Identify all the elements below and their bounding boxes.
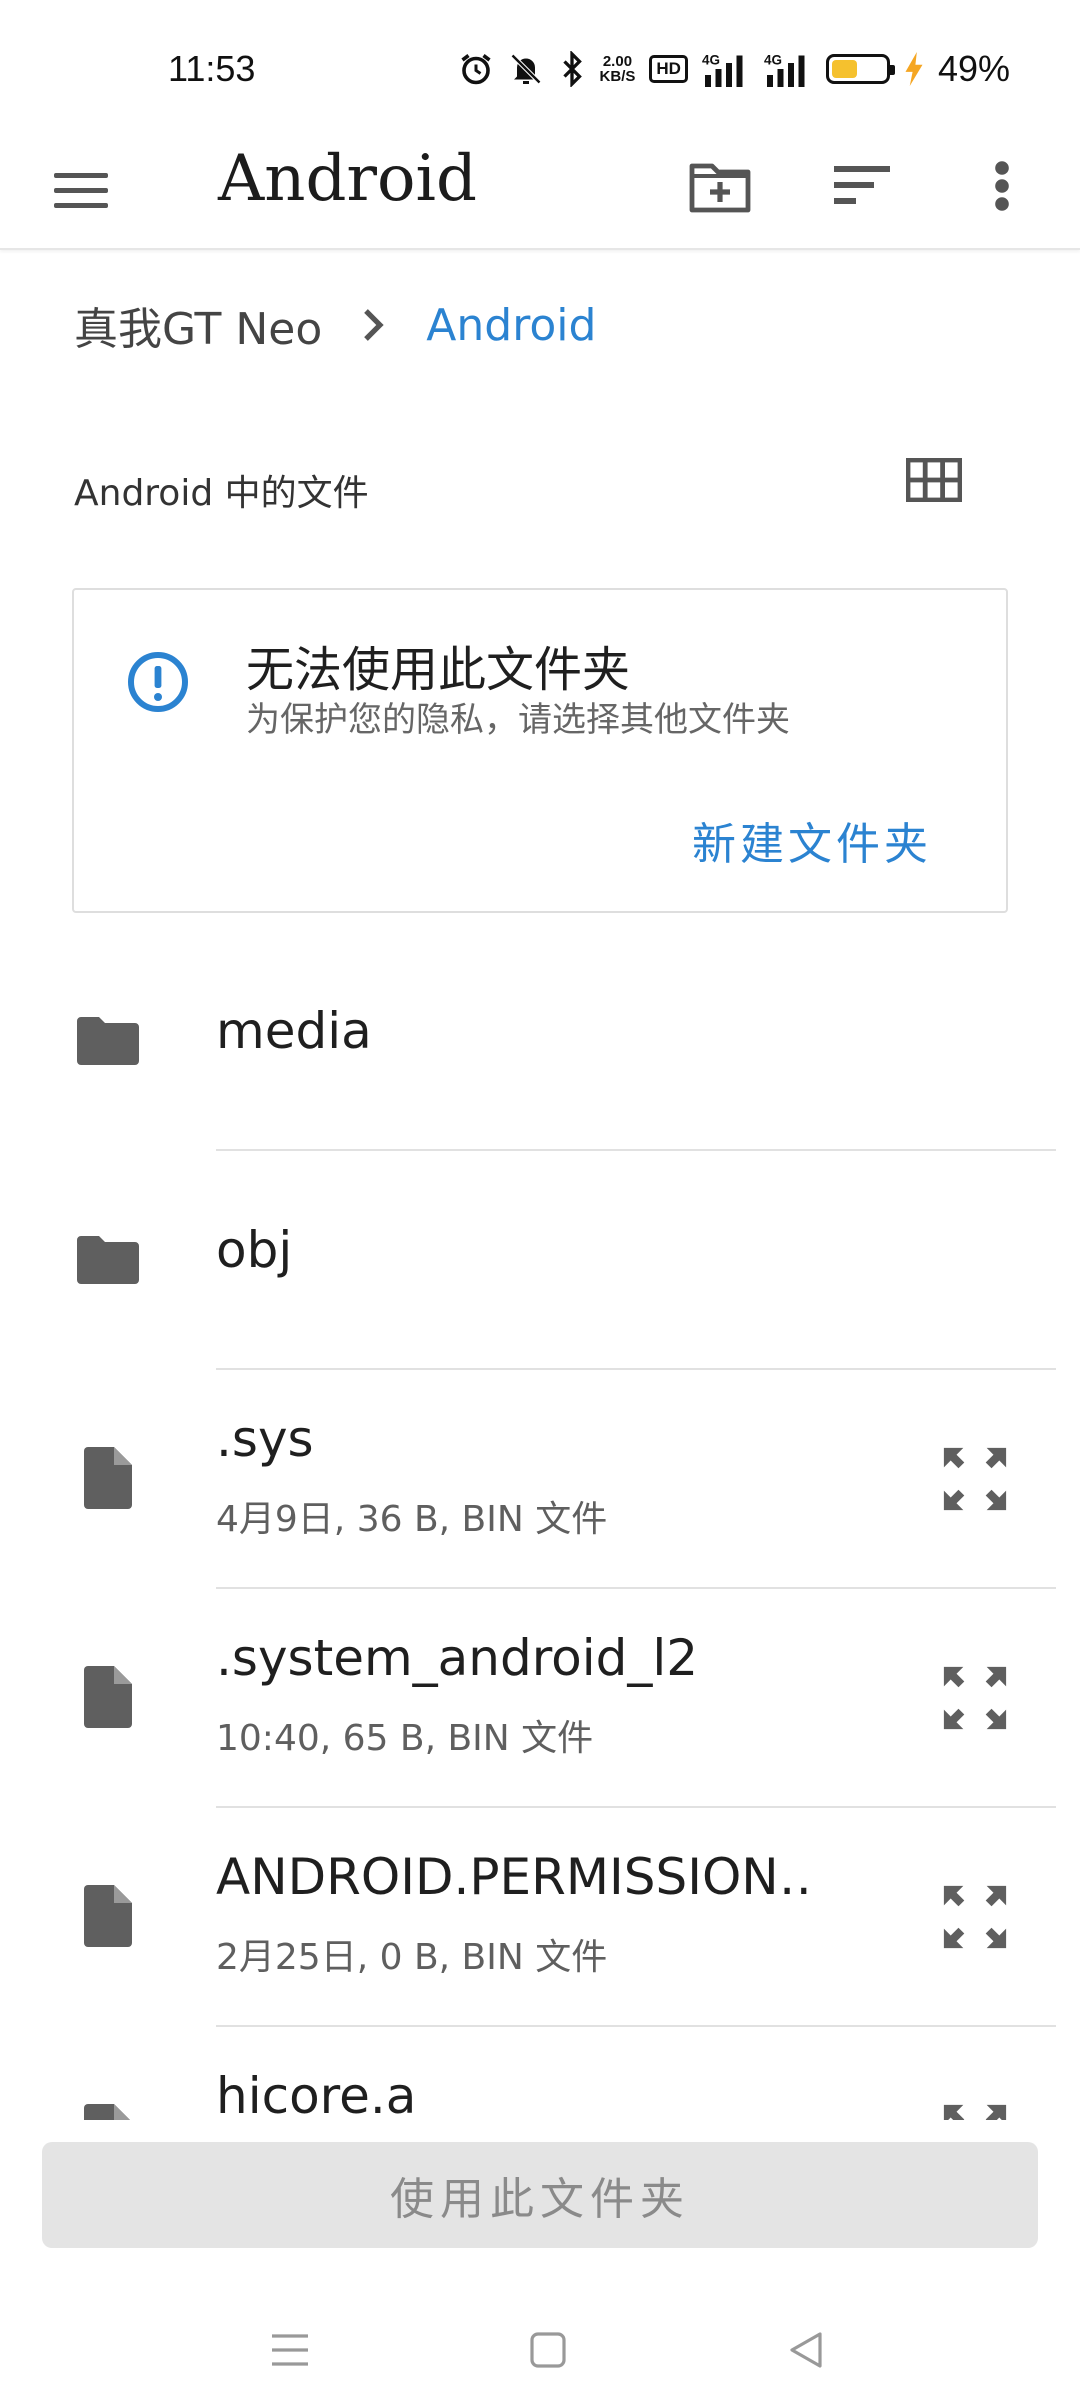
recents-icon[interactable] [250, 2320, 330, 2380]
notice-subtitle: 为保护您的隐私，请选择其他文件夹 [246, 700, 790, 740]
file-name: .system_android_l2 [216, 1629, 699, 1687]
info-icon [126, 650, 190, 714]
app-toolbar: Android [0, 120, 1080, 250]
list-item[interactable]: hicore.a [0, 2027, 1080, 2120]
breadcrumb: 真我GT Neo Android [74, 290, 596, 360]
chevron-right-icon [362, 307, 386, 343]
signal-icon: 4G [764, 51, 812, 87]
signal-icon: 4G [702, 51, 750, 87]
section-heading: Android 中的文件 [74, 473, 369, 514]
network-speed: 2.00 KB/S [600, 54, 636, 84]
home-icon[interactable] [508, 2320, 588, 2380]
use-folder-button[interactable]: 使用此文件夹 [42, 2142, 1038, 2248]
battery-fill [831, 60, 858, 78]
mute-icon [508, 51, 544, 87]
file-list: media obj .sys 4月9日, 36 B, BIN 文件 .syste… [0, 932, 1080, 2120]
status-time: 11:53 [168, 48, 256, 89]
folder-icon [76, 1008, 140, 1072]
hd-badge: HD [649, 55, 688, 83]
network-speed-value: 2.00 [602, 53, 633, 70]
file-icon [76, 1884, 140, 1948]
file-name: media [216, 1002, 372, 1060]
file-name: .sys [216, 1410, 314, 1468]
back-icon[interactable] [766, 2320, 846, 2380]
network-speed-unit: KB/S [599, 68, 636, 85]
signal2-label: 4G [764, 53, 782, 68]
file-meta: 10:40, 65 B, BIN 文件 [216, 1718, 594, 1759]
system-nav-bar [0, 2310, 1080, 2400]
expand-icon[interactable] [930, 1434, 1020, 1524]
folder-icon [76, 1227, 140, 1291]
breadcrumb-current[interactable]: Android [426, 300, 596, 351]
battery-icon [825, 54, 895, 84]
list-item[interactable]: media [0, 932, 1080, 1151]
file-icon [76, 1446, 140, 1510]
file-meta: 4月9日, 36 B, BIN 文件 [216, 1499, 608, 1540]
alarm-icon [458, 51, 494, 87]
list-item[interactable]: .system_android_l2 10:40, 65 B, BIN 文件 [0, 1589, 1080, 1808]
file-icon [76, 2103, 140, 2120]
file-name: hicore.a [216, 2067, 417, 2120]
expand-icon[interactable] [930, 1653, 1020, 1743]
breadcrumb-root[interactable]: 真我GT Neo [74, 293, 322, 357]
file-name: obj [216, 1221, 293, 1279]
page-title: Android [218, 142, 477, 216]
charging-icon [904, 52, 924, 86]
list-item[interactable]: .sys 4月9日, 36 B, BIN 文件 [0, 1370, 1080, 1589]
status-icons: 2.00 KB/S HD 4G 4G 49% [458, 44, 1010, 94]
expand-icon[interactable] [930, 2091, 1020, 2120]
file-icon [76, 1665, 140, 1729]
battery-percent: 49% [937, 48, 1010, 89]
list-item[interactable]: obj [0, 1151, 1080, 1370]
file-meta: 2月25日, 0 B, BIN 文件 [216, 1937, 608, 1978]
notice-title: 无法使用此文件夹 [246, 642, 631, 698]
list-item[interactable]: ANDROID.PERMISSION… 2月25日, 0 B, BIN 文件 [0, 1808, 1080, 2027]
menu-icon[interactable] [54, 160, 114, 220]
status-bar: 11:53 2.00 KB/S HD 4G 4G 49% [0, 0, 1080, 140]
file-name: ANDROID.PERMISSION… [216, 1848, 816, 1906]
signal1-label: 4G [702, 53, 720, 68]
expand-icon[interactable] [930, 1872, 1020, 1962]
grid-view-icon[interactable] [905, 457, 966, 508]
bluetooth-icon [558, 51, 586, 87]
new-folder-button[interactable]: 新建文件夹 [692, 808, 932, 872]
sort-icon[interactable] [826, 148, 902, 224]
new-folder-icon[interactable] [682, 148, 758, 224]
notice-card: 无法使用此文件夹 为保护您的隐私，请选择其他文件夹 新建文件夹 [72, 588, 1008, 913]
more-vert-icon[interactable] [964, 148, 1040, 224]
